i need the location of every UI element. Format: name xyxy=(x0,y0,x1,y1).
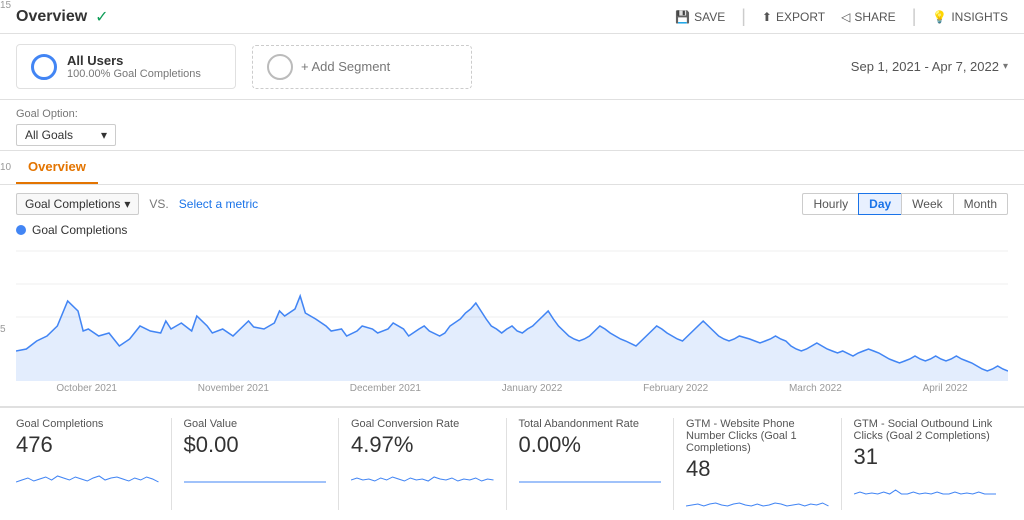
insights-icon: 💡 xyxy=(932,10,947,24)
header-left: Overview ✓ xyxy=(16,7,109,27)
metric-dropdown-arrow: ▾ xyxy=(124,197,130,211)
stat-label-5: GTM - Social Outbound Link Clicks (Goal … xyxy=(854,418,997,442)
y-label-10: 10 xyxy=(0,162,22,173)
x-label-nov: November 2021 xyxy=(198,383,269,394)
segment-info: All Users 100.00% Goal Completions xyxy=(67,53,201,80)
stat-mini-chart-1 xyxy=(184,462,327,486)
stat-label-3: Total Abandonment Rate xyxy=(519,418,662,430)
export-button[interactable]: ⬆ EXPORT xyxy=(762,10,825,24)
add-segment-button[interactable]: + Add Segment xyxy=(252,45,472,89)
page-title: Overview xyxy=(16,8,87,26)
vs-label: VS. xyxy=(149,197,168,211)
time-btn-month[interactable]: Month xyxy=(953,193,1008,215)
tabs-row: Overview xyxy=(0,151,1024,185)
goal-option-label: Goal Option: xyxy=(16,108,1008,120)
stat-conversion-rate: Goal Conversion Rate 4.97% xyxy=(339,418,507,510)
segment-all-users[interactable]: All Users 100.00% Goal Completions xyxy=(16,44,236,89)
segments-left: All Users 100.00% Goal Completions + Add… xyxy=(16,44,472,89)
x-label-jan: January 2022 xyxy=(502,383,563,394)
chart-controls: Goal Completions ▾ VS. Select a metric H… xyxy=(16,193,1008,215)
stat-label-2: Goal Conversion Rate xyxy=(351,418,494,430)
time-btn-week[interactable]: Week xyxy=(901,193,952,215)
x-label-oct: October 2021 xyxy=(56,383,117,394)
header: Overview ✓ 💾 SAVE | ⬆ EXPORT ◁ SHARE | 💡… xyxy=(0,0,1024,34)
stat-abandonment-rate: Total Abandonment Rate 0.00% xyxy=(507,418,675,510)
goal-option-value: All Goals xyxy=(25,128,73,142)
share-icon: ◁ xyxy=(841,10,850,24)
date-range-arrow: ▾ xyxy=(1003,61,1008,72)
add-segment-circle xyxy=(267,54,293,80)
x-label-dec: December 2021 xyxy=(350,383,421,394)
date-range-picker[interactable]: Sep 1, 2021 - Apr 7, 2022 ▾ xyxy=(851,59,1008,74)
segment-name: All Users xyxy=(67,53,201,68)
stat-value-1: $0.00 xyxy=(184,432,327,458)
metric-label: Goal Completions xyxy=(25,197,120,211)
chart-controls-left: Goal Completions ▾ VS. Select a metric xyxy=(16,193,258,215)
y-label-15: 15 xyxy=(0,0,22,11)
segment-sub: 100.00% Goal Completions xyxy=(67,68,201,80)
stats-row: Goal Completions 476 Goal Value $0.00 Go… xyxy=(0,406,1024,520)
header-actions: 💾 SAVE | ⬆ EXPORT ◁ SHARE | 💡 INSIGHTS xyxy=(675,6,1008,27)
time-btn-hourly[interactable]: Hourly xyxy=(802,193,858,215)
stat-goal-value: Goal Value $0.00 xyxy=(172,418,340,510)
stat-phone-clicks: GTM - Website Phone Number Clicks (Goal … xyxy=(674,418,842,510)
stat-value-3: 0.00% xyxy=(519,432,662,458)
x-label-feb: February 2022 xyxy=(643,383,708,394)
stat-value-2: 4.97% xyxy=(351,432,494,458)
save-icon: 💾 xyxy=(675,10,690,24)
stat-label-0: Goal Completions xyxy=(16,418,159,430)
stat-goal-completions: Goal Completions 476 xyxy=(16,418,172,510)
stat-value-4: 48 xyxy=(686,456,829,482)
stat-mini-chart-2 xyxy=(351,462,494,486)
chart-svg xyxy=(16,241,1008,381)
stat-mini-chart-3 xyxy=(519,462,662,486)
chart-legend: Goal Completions xyxy=(16,223,1008,237)
x-label-apr: April 2022 xyxy=(923,383,968,394)
metric-dropdown[interactable]: Goal Completions ▾ xyxy=(16,193,139,215)
export-icon: ⬆ xyxy=(762,10,772,24)
save-button[interactable]: 💾 SAVE xyxy=(675,10,725,24)
goal-option-arrow: ▾ xyxy=(101,128,107,142)
chart-container: 15 10 5 October 2021 November 2021 Decem… xyxy=(16,241,1008,394)
stat-label-1: Goal Value xyxy=(184,418,327,430)
select-metric-link[interactable]: Select a metric xyxy=(179,197,258,211)
goal-option-row: Goal Option: All Goals ▾ xyxy=(0,100,1024,151)
segments-row: All Users 100.00% Goal Completions + Add… xyxy=(0,34,1024,100)
x-label-mar: March 2022 xyxy=(789,383,842,394)
chart-area: Goal Completions ▾ VS. Select a metric H… xyxy=(0,185,1024,402)
stat-value-0: 476 xyxy=(16,432,159,458)
share-button[interactable]: ◁ SHARE xyxy=(841,10,896,24)
stat-mini-chart-0 xyxy=(16,462,159,486)
stat-social-clicks: GTM - Social Outbound Link Clicks (Goal … xyxy=(842,418,1009,510)
insights-button[interactable]: 💡 INSIGHTS xyxy=(932,10,1008,24)
stat-mini-chart-5 xyxy=(854,474,997,498)
segment-circle xyxy=(31,54,57,80)
time-buttons: Hourly Day Week Month xyxy=(802,193,1008,215)
check-icon: ✓ xyxy=(95,7,108,27)
x-axis-labels: October 2021 November 2021 December 2021… xyxy=(16,383,1008,394)
date-range-label: Sep 1, 2021 - Apr 7, 2022 xyxy=(851,59,999,74)
stat-value-5: 31 xyxy=(854,444,997,470)
stat-mini-chart-4 xyxy=(686,486,829,510)
add-segment-label: + Add Segment xyxy=(301,59,390,74)
stat-label-4: GTM - Website Phone Number Clicks (Goal … xyxy=(686,418,829,454)
tab-overview[interactable]: Overview xyxy=(16,151,98,184)
chart-svg-wrapper: October 2021 November 2021 December 2021… xyxy=(16,241,1008,394)
legend-label: Goal Completions xyxy=(32,223,127,237)
time-btn-day[interactable]: Day xyxy=(858,193,901,215)
goal-option-dropdown[interactable]: All Goals ▾ xyxy=(16,124,116,146)
